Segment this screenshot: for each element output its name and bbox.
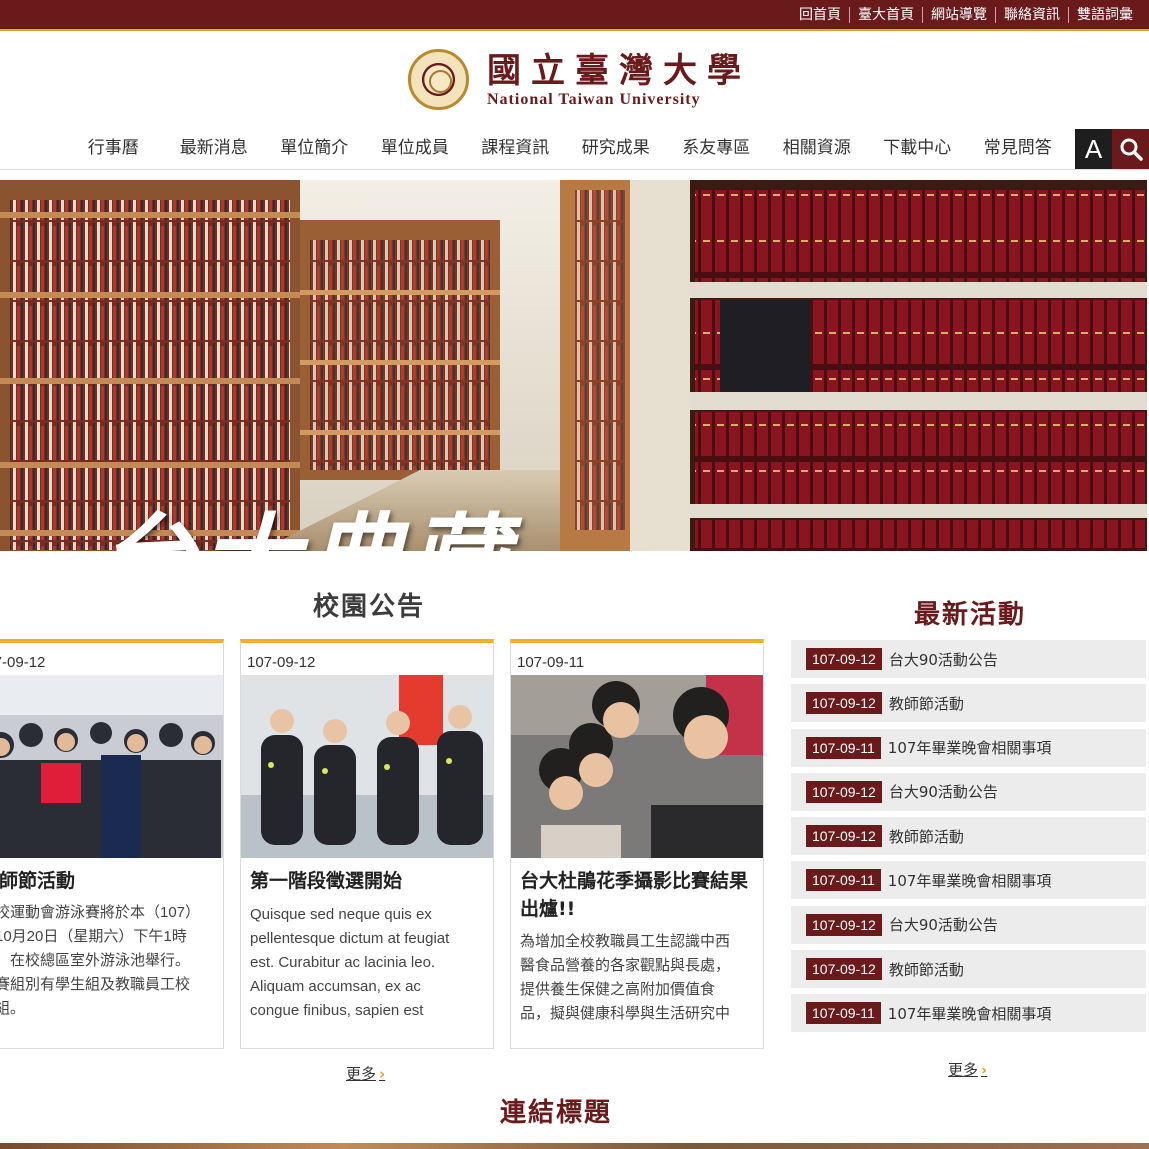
list-item[interactable]: 107-09-11 107年畢業晚會相關事項 <box>791 861 1146 900</box>
main-nav: 行事曆 最新消息 單位簡介 單位成員 課程資訊 研究成果 系友專區 相關資源 下… <box>63 128 1068 168</box>
excerpt-line: 醫食品營養的各家觀點與長處， <box>520 957 731 974</box>
campus-more-link[interactable]: 更多 › <box>346 1063 385 1084</box>
campus-announcements-title: 校園公告 <box>313 592 426 622</box>
card-title: 教師節活動 <box>0 870 76 892</box>
card-photo <box>241 675 493 858</box>
date-badge: 107-09-12 <box>806 780 882 803</box>
card-photo <box>511 675 763 858</box>
excerpt-line: Quisque sed neque quis ex <box>250 906 432 923</box>
nav-item-calendar[interactable]: 行事曆 <box>63 128 164 168</box>
nav-item-faq[interactable]: 常見問答 <box>968 128 1069 168</box>
links-image-strip <box>0 1143 1149 1149</box>
list-item[interactable]: 107-09-12 教師節活動 <box>791 950 1146 989</box>
excerpt-line: pellentesque dictum at feugiat <box>250 930 450 947</box>
excerpt-line: 提供養生保健之高附加價值食 <box>520 981 716 998</box>
card-title: 第一階段徵選開始 <box>250 870 403 892</box>
list-item[interactable]: 107-09-11 107年畢業晚會相關事項 <box>791 728 1146 767</box>
top-link-glossary[interactable]: 雙語詞彙 <box>1069 5 1141 25</box>
event-title: 教師節活動 <box>888 827 964 846</box>
nav-item-downloads[interactable]: 下載中心 <box>867 128 968 168</box>
date-badge: 107-09-12 <box>806 958 882 981</box>
site-logo[interactable]: 國立臺灣大學 National Taiwan University <box>408 49 751 110</box>
more-label: 更多 <box>948 1061 979 1079</box>
excerpt-line: Aliquam accumsan, ex ac <box>250 978 421 995</box>
card-date: 107-09-12 <box>0 654 46 671</box>
top-links: 回首頁 臺大首頁 網站導覽 聯絡資訊 雙語詞彙 <box>791 5 1141 25</box>
nav-item-courses[interactable]: 課程資訊 <box>465 128 566 168</box>
events-more-link[interactable]: 更多 › <box>948 1059 987 1080</box>
university-seal-icon <box>408 49 469 110</box>
announcement-card[interactable]: 107-09-12 教師節活動 全校運動會游泳賽將於本（107） 年10月20日… <box>0 639 224 1049</box>
search-icon <box>1120 138 1143 161</box>
nav-item-about[interactable]: 單位簡介 <box>264 128 365 168</box>
date-badge: 107-09-12 <box>806 692 882 715</box>
card-photo <box>0 675 223 858</box>
nav-divider <box>0 169 1149 170</box>
excerpt-line: congue finibus, sapien est <box>250 1002 424 1019</box>
date-badge: 107-09-11 <box>806 869 881 892</box>
excerpt-line: 品，擬與健康科學與生活研究中 <box>520 1005 731 1022</box>
card-excerpt: 為增加全校教職員工生認識中西 醫食品營養的各家觀點與長處， 提供養生保健之高附加… <box>520 930 756 1026</box>
event-title: 教師節活動 <box>888 960 964 979</box>
card-date: 107-09-11 <box>517 654 585 671</box>
event-title: 教師節活動 <box>888 694 964 713</box>
hero-banner: 台大典藏 <box>0 180 1147 551</box>
nav-item-research[interactable]: 研究成果 <box>566 128 667 168</box>
list-item[interactable]: 107-09-12 教師節活動 <box>791 817 1146 856</box>
card-excerpt: 全校運動會游泳賽將於本（107） 年10月20日（星期六）下午1時 起，在校總區… <box>0 901 216 1021</box>
list-item[interactable]: 107-09-12 台大90活動公告 <box>791 905 1146 944</box>
event-title: 107年畢業晚會相關事項 <box>887 739 1052 758</box>
date-badge: 107-09-11 <box>806 736 881 759</box>
excerpt-line: 友組。 <box>0 1000 26 1017</box>
hero-title: 台大典藏 <box>95 480 511 551</box>
date-badge: 107-09-12 <box>806 913 882 936</box>
top-utility-bar: 回首頁 臺大首頁 網站導覽 聯絡資訊 雙語詞彙 <box>0 0 1149 31</box>
header-tools: A <box>1075 129 1149 169</box>
event-title: 台大90活動公告 <box>888 916 998 935</box>
more-label: 更多 <box>346 1065 377 1083</box>
chevron-right-icon: › <box>379 1065 386 1083</box>
top-link-contact[interactable]: 聯絡資訊 <box>996 5 1068 25</box>
excerpt-line: 分賽組別有學生組及教職員工校 <box>0 976 191 993</box>
nav-item-news[interactable]: 最新消息 <box>164 128 265 168</box>
event-title: 台大90活動公告 <box>888 783 998 802</box>
announcement-card[interactable]: 107-09-11 台大杜鵑花季攝影比賽結果出爐!! 為增加全校教職員工生認識中… <box>510 639 764 1049</box>
font-size-button[interactable]: A <box>1075 129 1112 169</box>
card-title: 台大杜鵑花季攝影比賽結果出爐!! <box>520 870 749 920</box>
list-item[interactable]: 107-09-12 台大90活動公告 <box>791 640 1146 678</box>
event-title: 台大90活動公告 <box>888 650 998 669</box>
search-button[interactable] <box>1112 129 1149 169</box>
event-title: 107年畢業晚會相關事項 <box>887 871 1052 890</box>
event-title: 107年畢業晚會相關事項 <box>887 1004 1052 1023</box>
card-excerpt: Quisque sed neque quis ex pellentesque d… <box>250 903 486 1023</box>
nav-item-resources[interactable]: 相關資源 <box>767 128 868 168</box>
chevron-right-icon: › <box>981 1061 988 1079</box>
date-badge: 107-09-12 <box>806 648 882 670</box>
list-item[interactable]: 107-09-12 教師節活動 <box>791 684 1146 723</box>
nav-item-members[interactable]: 單位成員 <box>365 128 466 168</box>
top-link-home[interactable]: 回首頁 <box>791 5 849 25</box>
logo-english-name: National Taiwan University <box>487 90 701 108</box>
top-link-ntu-home[interactable]: 臺大首頁 <box>850 5 922 25</box>
latest-events-title: 最新活動 <box>914 600 1027 630</box>
card-date: 107-09-12 <box>247 654 316 671</box>
excerpt-line: 為增加全校教職員工生認識中西 <box>520 933 731 950</box>
date-badge: 107-09-12 <box>806 825 882 848</box>
excerpt-line: 全校運動會游泳賽將於本（107） <box>0 904 201 921</box>
logo-chinese-name: 國立臺灣大學 <box>487 50 751 91</box>
excerpt-line: est. Curabitur ac lacinia leo. <box>250 954 436 971</box>
date-badge: 107-09-11 <box>806 1002 881 1025</box>
excerpt-line: 年10月20日（星期六）下午1時 <box>0 928 187 945</box>
list-item[interactable]: 107-09-11 107年畢業晚會相關事項 <box>791 994 1146 1033</box>
logo-text: 國立臺灣大學 National Taiwan University <box>487 51 751 109</box>
nav-item-alumni[interactable]: 系友專區 <box>666 128 767 168</box>
announcement-card[interactable]: 107-09-12 第一階段徵選開始 Quisque sed neque qui… <box>240 639 494 1049</box>
top-link-sitemap[interactable]: 網站導覽 <box>923 5 995 25</box>
list-item[interactable]: 107-09-12 台大90活動公告 <box>791 772 1146 811</box>
events-list: 107-09-12 台大90活動公告 107-09-12 教師節活動 107-09-… <box>791 640 1146 1039</box>
excerpt-line: 起，在校總區室外游泳池舉行。 <box>0 952 191 969</box>
links-section-title: 連結標題 <box>500 1098 613 1128</box>
